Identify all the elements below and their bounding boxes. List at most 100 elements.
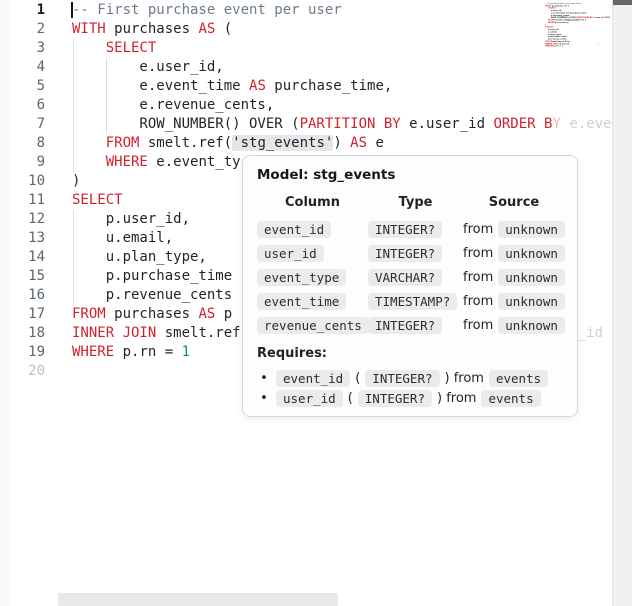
line-number[interactable]: 5: [0, 77, 45, 96]
line-content: SELECT: [72, 191, 123, 210]
type-chip: TIMESTAMP?: [368, 292, 458, 310]
source-cell: from unknown: [463, 265, 565, 289]
code-token: purchases: [105, 306, 199, 322]
line-number[interactable]: 9: [0, 153, 45, 172]
code-token: SELECT: [72, 192, 123, 208]
line-number[interactable]: 13: [0, 229, 45, 248]
line-content: -- First purchase event per user: [72, 1, 342, 20]
from-label: from: [463, 317, 494, 333]
required-column-chip: event_id: [276, 369, 351, 387]
code-token: e.revenue_cents,: [72, 97, 275, 113]
indent-guide: [73, 58, 74, 77]
column-name-chip: event_time: [257, 292, 347, 310]
source-chip: unknown: [498, 268, 565, 286]
code-line[interactable]: [545, 47, 610, 49]
code-token: p.purchase_time: [72, 268, 241, 284]
line-number[interactable]: 12: [0, 210, 45, 229]
line-number[interactable]: 10: [0, 172, 45, 191]
line-number[interactable]: 16: [0, 286, 45, 305]
line-content: WHERE e.event_ty: [72, 153, 241, 172]
source-cell: from unknown: [463, 217, 565, 241]
source-cell: from unknown: [463, 241, 565, 265]
code-line[interactable]: 3 SELECT: [0, 39, 612, 58]
minimap-content: -- First purchase event per user WITH pur…: [545, 2, 610, 50]
code-token: smelt.ref: [156, 325, 241, 341]
source-cell: from unknown: [463, 313, 565, 337]
line-content: e.event_time AS purchase_time,: [72, 77, 392, 96]
line-content: FROM purchases AS p: [72, 305, 232, 324]
line-number[interactable]: 7: [0, 115, 45, 134]
vertical-scrollbar[interactable]: [612, 0, 632, 606]
type-cell: TIMESTAMP?: [368, 289, 463, 313]
source-chip: unknown: [498, 220, 565, 238]
code-line[interactable]: 5 e.event_time AS purchase_time,: [0, 77, 612, 96]
indent-guide: [73, 96, 74, 115]
code-line[interactable]: 1 -- First purchase event per user: [0, 1, 612, 20]
code-token: e.even: [569, 116, 612, 132]
code-editor: 1 -- First purchase event per user 2 WITH p…: [0, 0, 632, 606]
requires-label: Requires:: [257, 346, 328, 361]
line-number[interactable]: 14: [0, 248, 45, 267]
line-number[interactable]: 1: [0, 1, 45, 20]
vertical-scrollbar-thumb[interactable]: [613, 0, 632, 5]
indent-guide: [73, 77, 74, 96]
code-token: _id: [577, 325, 604, 341]
line-number[interactable]: 15: [0, 267, 45, 286]
type-chip: VARCHAR?: [368, 268, 443, 286]
minimap[interactable]: -- First purchase event per user WITH pur…: [545, 2, 610, 50]
line-number[interactable]: 4: [0, 58, 45, 77]
horizontal-scrollbar[interactable]: [0, 593, 612, 606]
type-chip: INTEGER?: [368, 316, 443, 334]
code-token: AS: [249, 78, 266, 94]
line-number[interactable]: 20: [0, 362, 45, 381]
code-token: Y: [552, 116, 561, 132]
code-token: WHERE: [72, 344, 115, 360]
type-chip: INTEGER?: [368, 244, 443, 262]
line-number[interactable]: 19: [0, 343, 45, 362]
indent-guide: [106, 96, 107, 115]
code-line[interactable]: 2 WITH purchases AS (: [0, 20, 612, 39]
code-line[interactable]: 8 FROM smelt.ref('stg_events') AS e: [0, 134, 612, 153]
code-token: PARTITION BY: [299, 116, 401, 132]
line-number[interactable]: 8: [0, 134, 45, 153]
line-number[interactable]: 17: [0, 305, 45, 324]
line-content: ROW_NUMBER() OVER (PARTITION BY e.user_i…: [72, 115, 612, 134]
requires-list: • event_id(INTEGER?) from events • user_id(I…: [257, 368, 563, 408]
indent-guide: [73, 134, 74, 153]
line-number[interactable]: 2: [0, 20, 45, 39]
code-line[interactable]: 6 e.revenue_cents,: [0, 96, 612, 115]
required-column-chip: user_id: [276, 389, 343, 407]
column-cell: event_type: [257, 265, 368, 289]
requires-item: • user_id(INTEGER?) from events: [257, 388, 563, 408]
line-content: FROM smelt.ref('stg_events') AS e: [72, 134, 384, 153]
type-cell: VARCHAR?: [368, 265, 463, 289]
code-token: u.plan_type,: [72, 249, 207, 265]
line-content: e.user_id,: [72, 58, 224, 77]
required-model-chip: events: [488, 369, 549, 387]
paren-close-from: ) from: [436, 390, 477, 406]
horizontal-scrollbar-thumb[interactable]: [58, 593, 338, 606]
code-token: e.event_ty: [147, 154, 241, 170]
line-number[interactable]: 18: [0, 324, 45, 343]
line-number[interactable]: 11: [0, 191, 45, 210]
code-token: 1: [181, 344, 191, 360]
type-cell: INTEGER?: [368, 241, 463, 265]
indent-guide: [73, 153, 74, 172]
line-number[interactable]: 3: [0, 39, 45, 58]
type-cell: INTEGER?: [368, 313, 463, 337]
code-token: p: [215, 306, 233, 322]
bullet-icon: •: [260, 390, 268, 406]
line-content: WHERE p.rn = 1: [72, 343, 190, 362]
line-content: p.purchase_time: [72, 267, 241, 286]
paren-open: (: [355, 370, 361, 386]
line-number[interactable]: 6: [0, 96, 45, 115]
code-token: ORDER B: [493, 116, 553, 132]
code-line[interactable]: 7 ROW_NUMBER() OVER (PARTITION BY e.user…: [0, 115, 612, 134]
indent-guide: [106, 58, 107, 77]
requires-item: • event_id(INTEGER?) from events: [257, 368, 563, 388]
indent-guide: [73, 267, 74, 286]
line-content: WITH purchases AS (: [72, 20, 232, 39]
code-line[interactable]: 4 e.user_id,: [0, 58, 612, 77]
